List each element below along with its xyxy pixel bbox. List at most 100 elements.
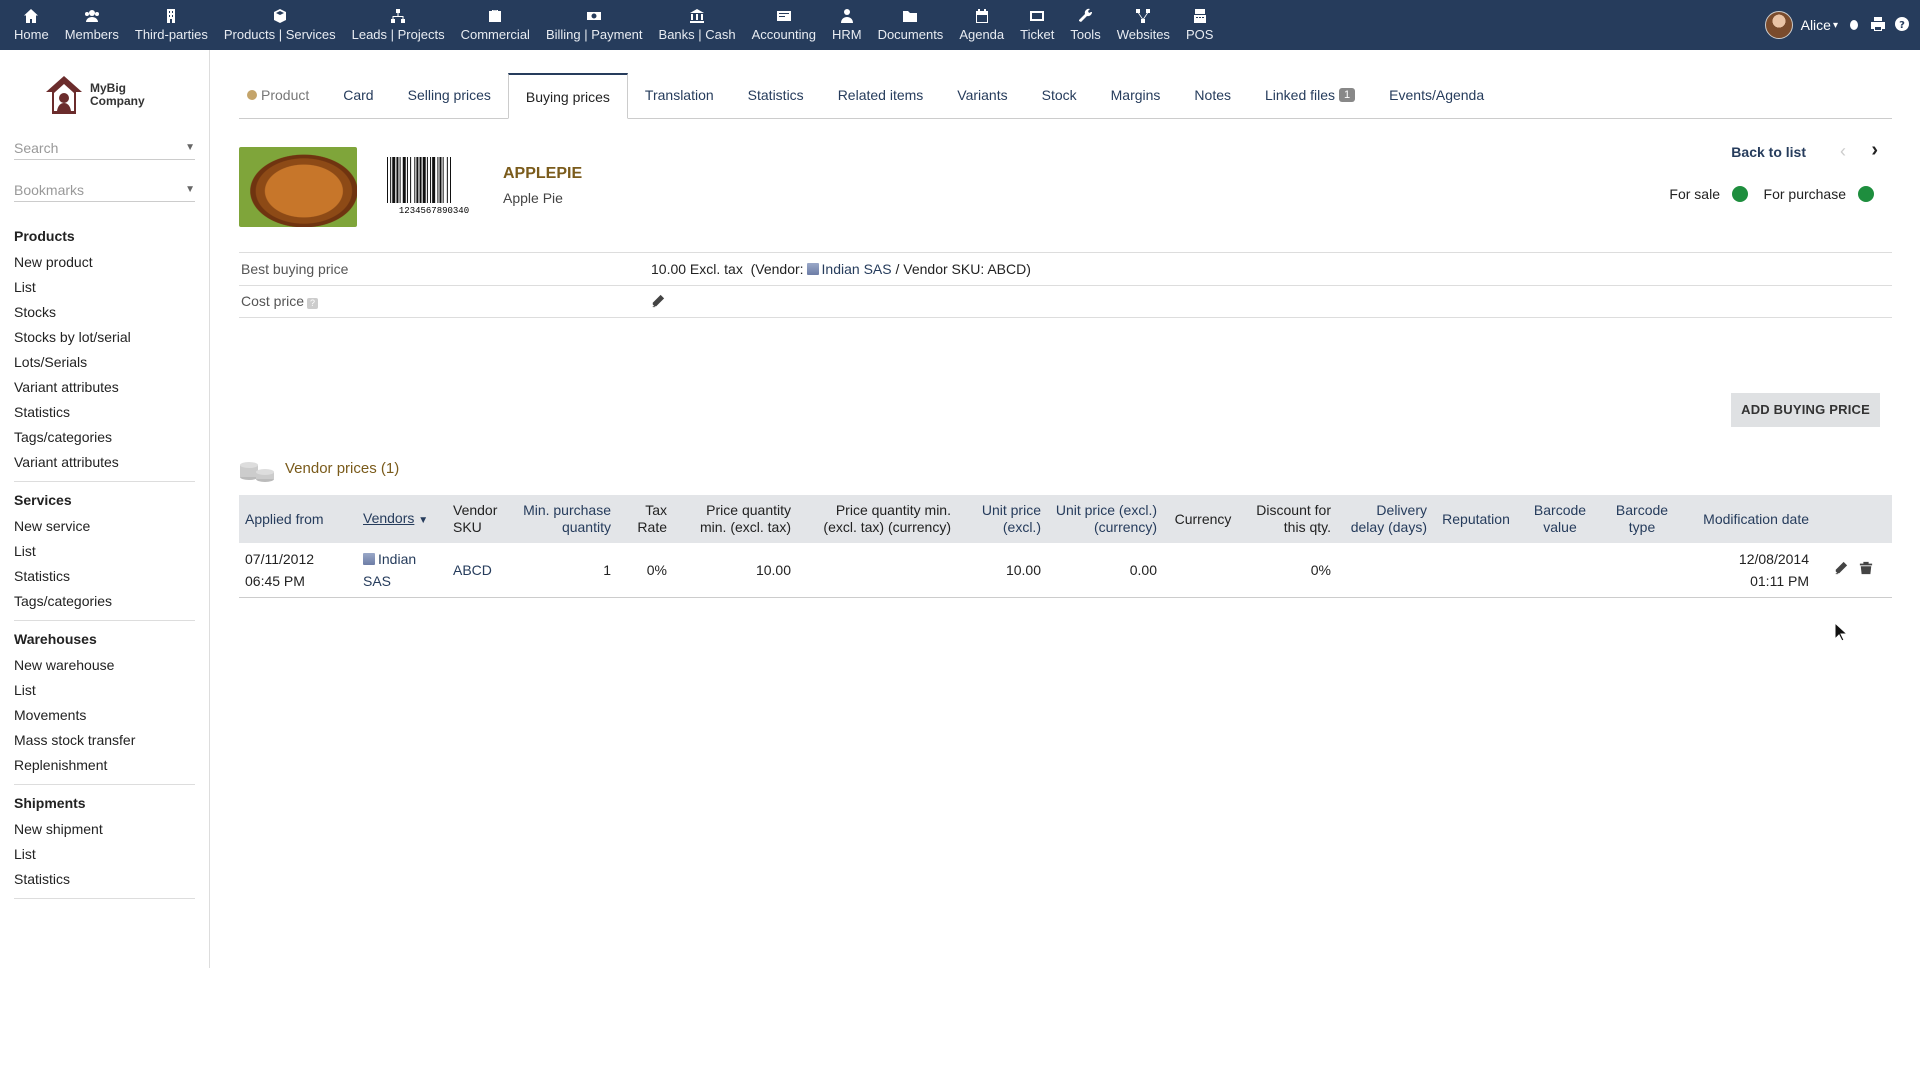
tab-selling-prices[interactable]: Selling prices — [391, 72, 508, 118]
sidebar-item-lots-serials[interactable]: Lots/Serials — [14, 350, 195, 375]
sidebar-item-list[interactable]: List — [14, 678, 195, 703]
tab-notes[interactable]: Notes — [1177, 72, 1248, 118]
col-reputation[interactable]: Reputation — [1433, 495, 1519, 543]
sidebar-item-variant-attributes[interactable]: Variant attributes — [14, 375, 195, 400]
avatar[interactable] — [1764, 11, 1793, 39]
help-icon[interactable]: ? — [1894, 16, 1910, 35]
tab-related-items[interactable]: Related items — [821, 72, 941, 118]
sidebar-item-list[interactable]: List — [14, 275, 195, 300]
sidebar-item-new-product[interactable]: New product — [14, 250, 195, 275]
table-header-row: Applied from Vendors ▼ Vendor SKU Min. p… — [239, 495, 1892, 543]
sidebar-item-new-warehouse[interactable]: New warehouse — [14, 653, 195, 678]
cell-barcode-value — [1519, 543, 1601, 597]
tab-margins[interactable]: Margins — [1094, 72, 1178, 118]
sidebar-item-list[interactable]: List — [14, 539, 195, 564]
edit-pencil-icon[interactable] — [1834, 561, 1848, 578]
sidebar-item-statistics[interactable]: Statistics — [14, 867, 195, 892]
tab-product[interactable]: Product — [239, 72, 326, 118]
col-min-qty[interactable]: Min. purchase quantity — [517, 495, 617, 543]
topnav-banks-cash[interactable]: Banks | Cash — [651, 0, 744, 50]
topnav-hrm[interactable]: HRM — [824, 0, 870, 50]
search-select[interactable]: Search ▼ — [14, 136, 195, 160]
topnav-commercial[interactable]: Commercial — [453, 0, 538, 50]
print-icon[interactable] — [1870, 16, 1886, 35]
for-purchase-toggle[interactable] — [1858, 186, 1874, 202]
sidebar-item-tags[interactable]: Tags/categories — [14, 425, 195, 450]
col-currency: Currency — [1174, 510, 1232, 527]
sidebar-item-stocks[interactable]: Stocks — [14, 300, 195, 325]
tab-events-agenda[interactable]: Events/Agenda — [1372, 72, 1501, 118]
barcode-bar — [450, 157, 451, 203]
bug-icon[interactable] — [1846, 16, 1862, 35]
sidebar-item-new-shipment[interactable]: New shipment — [14, 817, 195, 842]
tab-variants[interactable]: Variants — [940, 72, 1024, 118]
vendor-prices-header: Vendor prices (1) — [239, 453, 399, 483]
sidebar-item-mass-transfer[interactable]: Mass stock transfer — [14, 728, 195, 753]
topnav-accounting[interactable]: Accounting — [744, 0, 824, 50]
sidebar-item-statistics[interactable]: Statistics — [14, 400, 195, 425]
topnav-leads-projects[interactable]: Leads | Projects — [344, 0, 453, 50]
table-row: 07/11/2012 06:45 PM Indian SAS ABCD 1 0% 1… — [239, 543, 1892, 597]
back-to-list-link[interactable]: Back to list — [1731, 144, 1806, 160]
add-buying-price-button[interactable]: ADD BUYING PRICE — [1731, 393, 1880, 427]
sidebar-item-variant-attributes-2[interactable]: Variant attributes — [14, 450, 195, 475]
product-icon — [247, 90, 257, 100]
edit-pencil-icon[interactable] — [651, 293, 665, 309]
vendor-prices-title: Vendor prices (1) — [285, 459, 400, 477]
tab-linked-files[interactable]: Linked files 1 — [1248, 72, 1372, 118]
help-icon[interactable]: ? — [307, 298, 319, 309]
calendar-icon — [973, 8, 991, 24]
vendor-link[interactable]: Indian — [378, 551, 416, 567]
tab-statistics[interactable]: Statistics — [731, 72, 821, 118]
col-vendors[interactable]: Vendors ▼ — [357, 495, 447, 543]
topnav-members[interactable]: Members — [57, 0, 127, 50]
sidebar-item-statistics[interactable]: Statistics — [14, 564, 195, 589]
network-icon — [1134, 8, 1152, 24]
topnav-third-parties[interactable]: Third-parties — [127, 0, 216, 50]
product-photo[interactable] — [239, 147, 357, 227]
next-record-icon[interactable]: › — [1871, 139, 1878, 162]
topnav-ticket[interactable]: Ticket — [1012, 0, 1062, 50]
barcode-bar — [419, 157, 422, 203]
vendor-link[interactable]: Indian SAS — [822, 261, 892, 277]
sidebar-item-new-service[interactable]: New service — [14, 514, 195, 539]
topnav-tools[interactable]: Tools — [1062, 0, 1108, 50]
cell-reputation — [1433, 543, 1519, 597]
company-logo[interactable]: MyBig Company — [44, 72, 209, 118]
sidebar-item-list[interactable]: List — [14, 842, 195, 867]
top-menu-bar: Home Members Third-parties Products | Se… — [0, 0, 1920, 50]
sidebar-item-tags[interactable]: Tags/categories — [14, 589, 195, 614]
col-barcode-value[interactable]: Barcode value — [1519, 495, 1601, 543]
user-name[interactable]: Alice — [1801, 17, 1831, 33]
topnav-billing-payment[interactable]: Billing | Payment — [538, 0, 651, 50]
col-delivery-delay[interactable]: Delivery delay (days) — [1337, 495, 1433, 543]
tab-stock[interactable]: Stock — [1025, 72, 1094, 118]
barcode-bar — [396, 157, 399, 203]
delete-trash-icon[interactable] — [1859, 561, 1873, 578]
sidebar-item-stocks-by-lot[interactable]: Stocks by lot/serial — [14, 325, 195, 350]
topnav-websites[interactable]: Websites — [1109, 0, 1178, 50]
topnav-home[interactable]: Home — [6, 0, 57, 50]
col-unit-price-currency[interactable]: Unit price (excl.) (currency) — [1047, 495, 1163, 543]
chevron-down-icon[interactable]: ▾ — [1833, 20, 1838, 31]
for-sale-toggle[interactable] — [1732, 186, 1748, 202]
cell-price-min: 10.00 — [755, 561, 791, 578]
sidebar-item-movements[interactable]: Movements — [14, 703, 195, 728]
col-applied-from[interactable]: Applied from — [239, 495, 357, 543]
caret-down-icon: ▼ — [185, 184, 195, 195]
col-modification-date[interactable]: Modification date — [1683, 495, 1815, 543]
tab-translation[interactable]: Translation — [628, 72, 731, 118]
svg-text:?: ? — [1899, 20, 1905, 31]
topnav-pos[interactable]: POS — [1178, 0, 1221, 50]
tab-card[interactable]: Card — [326, 72, 390, 118]
topnav-documents[interactable]: Documents — [870, 0, 952, 50]
cell-sku[interactable]: ABCD — [447, 543, 517, 597]
topnav-agenda[interactable]: Agenda — [951, 0, 1012, 50]
previous-record-icon[interactable]: ‹ — [1840, 141, 1846, 162]
col-barcode-type[interactable]: Barcode type — [1601, 495, 1683, 543]
topnav-products-services[interactable]: Products | Services — [216, 0, 344, 50]
col-unit-price[interactable]: Unit price (excl.) — [957, 495, 1047, 543]
sidebar-item-replenishment[interactable]: Replenishment — [14, 753, 195, 778]
bookmarks-select[interactable]: Bookmarks ▼ — [14, 178, 195, 202]
tab-buying-prices[interactable]: Buying prices — [507, 73, 628, 119]
